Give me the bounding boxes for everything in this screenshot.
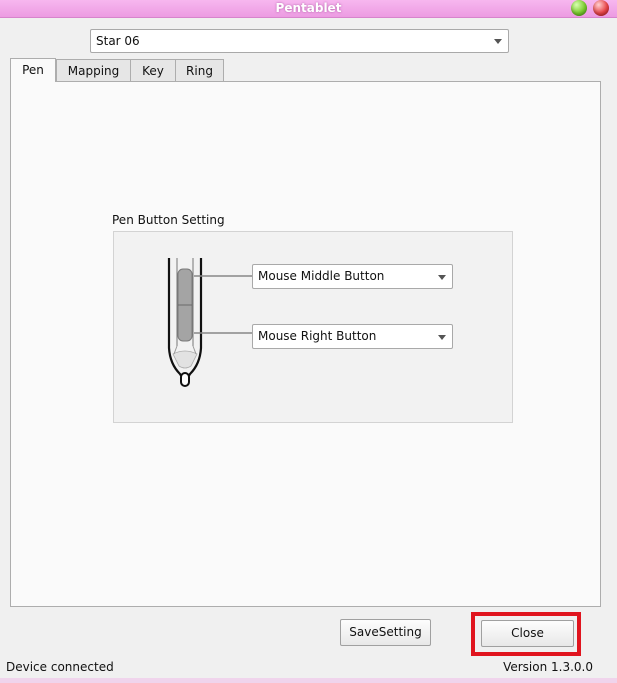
window-title: Pentablet (275, 1, 342, 15)
pen-button-setting-label: Pen Button Setting (112, 213, 225, 227)
device-select[interactable]: Star 06 (90, 29, 509, 53)
chevron-down-icon (438, 275, 446, 280)
minimize-button[interactable] (571, 0, 587, 16)
version-label: Version 1.3.0.0 (503, 660, 593, 674)
title-bar: Pentablet (0, 0, 617, 18)
tab-key[interactable]: Key (130, 59, 176, 81)
save-setting-button[interactable]: SaveSetting (340, 619, 431, 646)
lower-pen-button-select[interactable]: Mouse Right Button (252, 324, 453, 349)
device-select-value: Star 06 (96, 34, 140, 48)
upper-pen-button-select[interactable]: Mouse Middle Button (252, 264, 453, 289)
tab-pen[interactable]: Pen (10, 58, 56, 82)
chevron-down-icon (494, 39, 502, 44)
close-window-button[interactable] (593, 0, 609, 16)
tab-mapping[interactable]: Mapping (56, 59, 131, 81)
upper-pen-button-value: Mouse Middle Button (258, 269, 385, 283)
window-bottom-edge (0, 678, 617, 683)
lower-pen-button-value: Mouse Right Button (258, 329, 377, 343)
close-button[interactable]: Close (481, 620, 574, 647)
chevron-down-icon (438, 335, 446, 340)
pen-illustration-icon (167, 258, 252, 387)
connection-status: Device connected (6, 660, 114, 674)
tab-ring[interactable]: Ring (175, 59, 224, 81)
